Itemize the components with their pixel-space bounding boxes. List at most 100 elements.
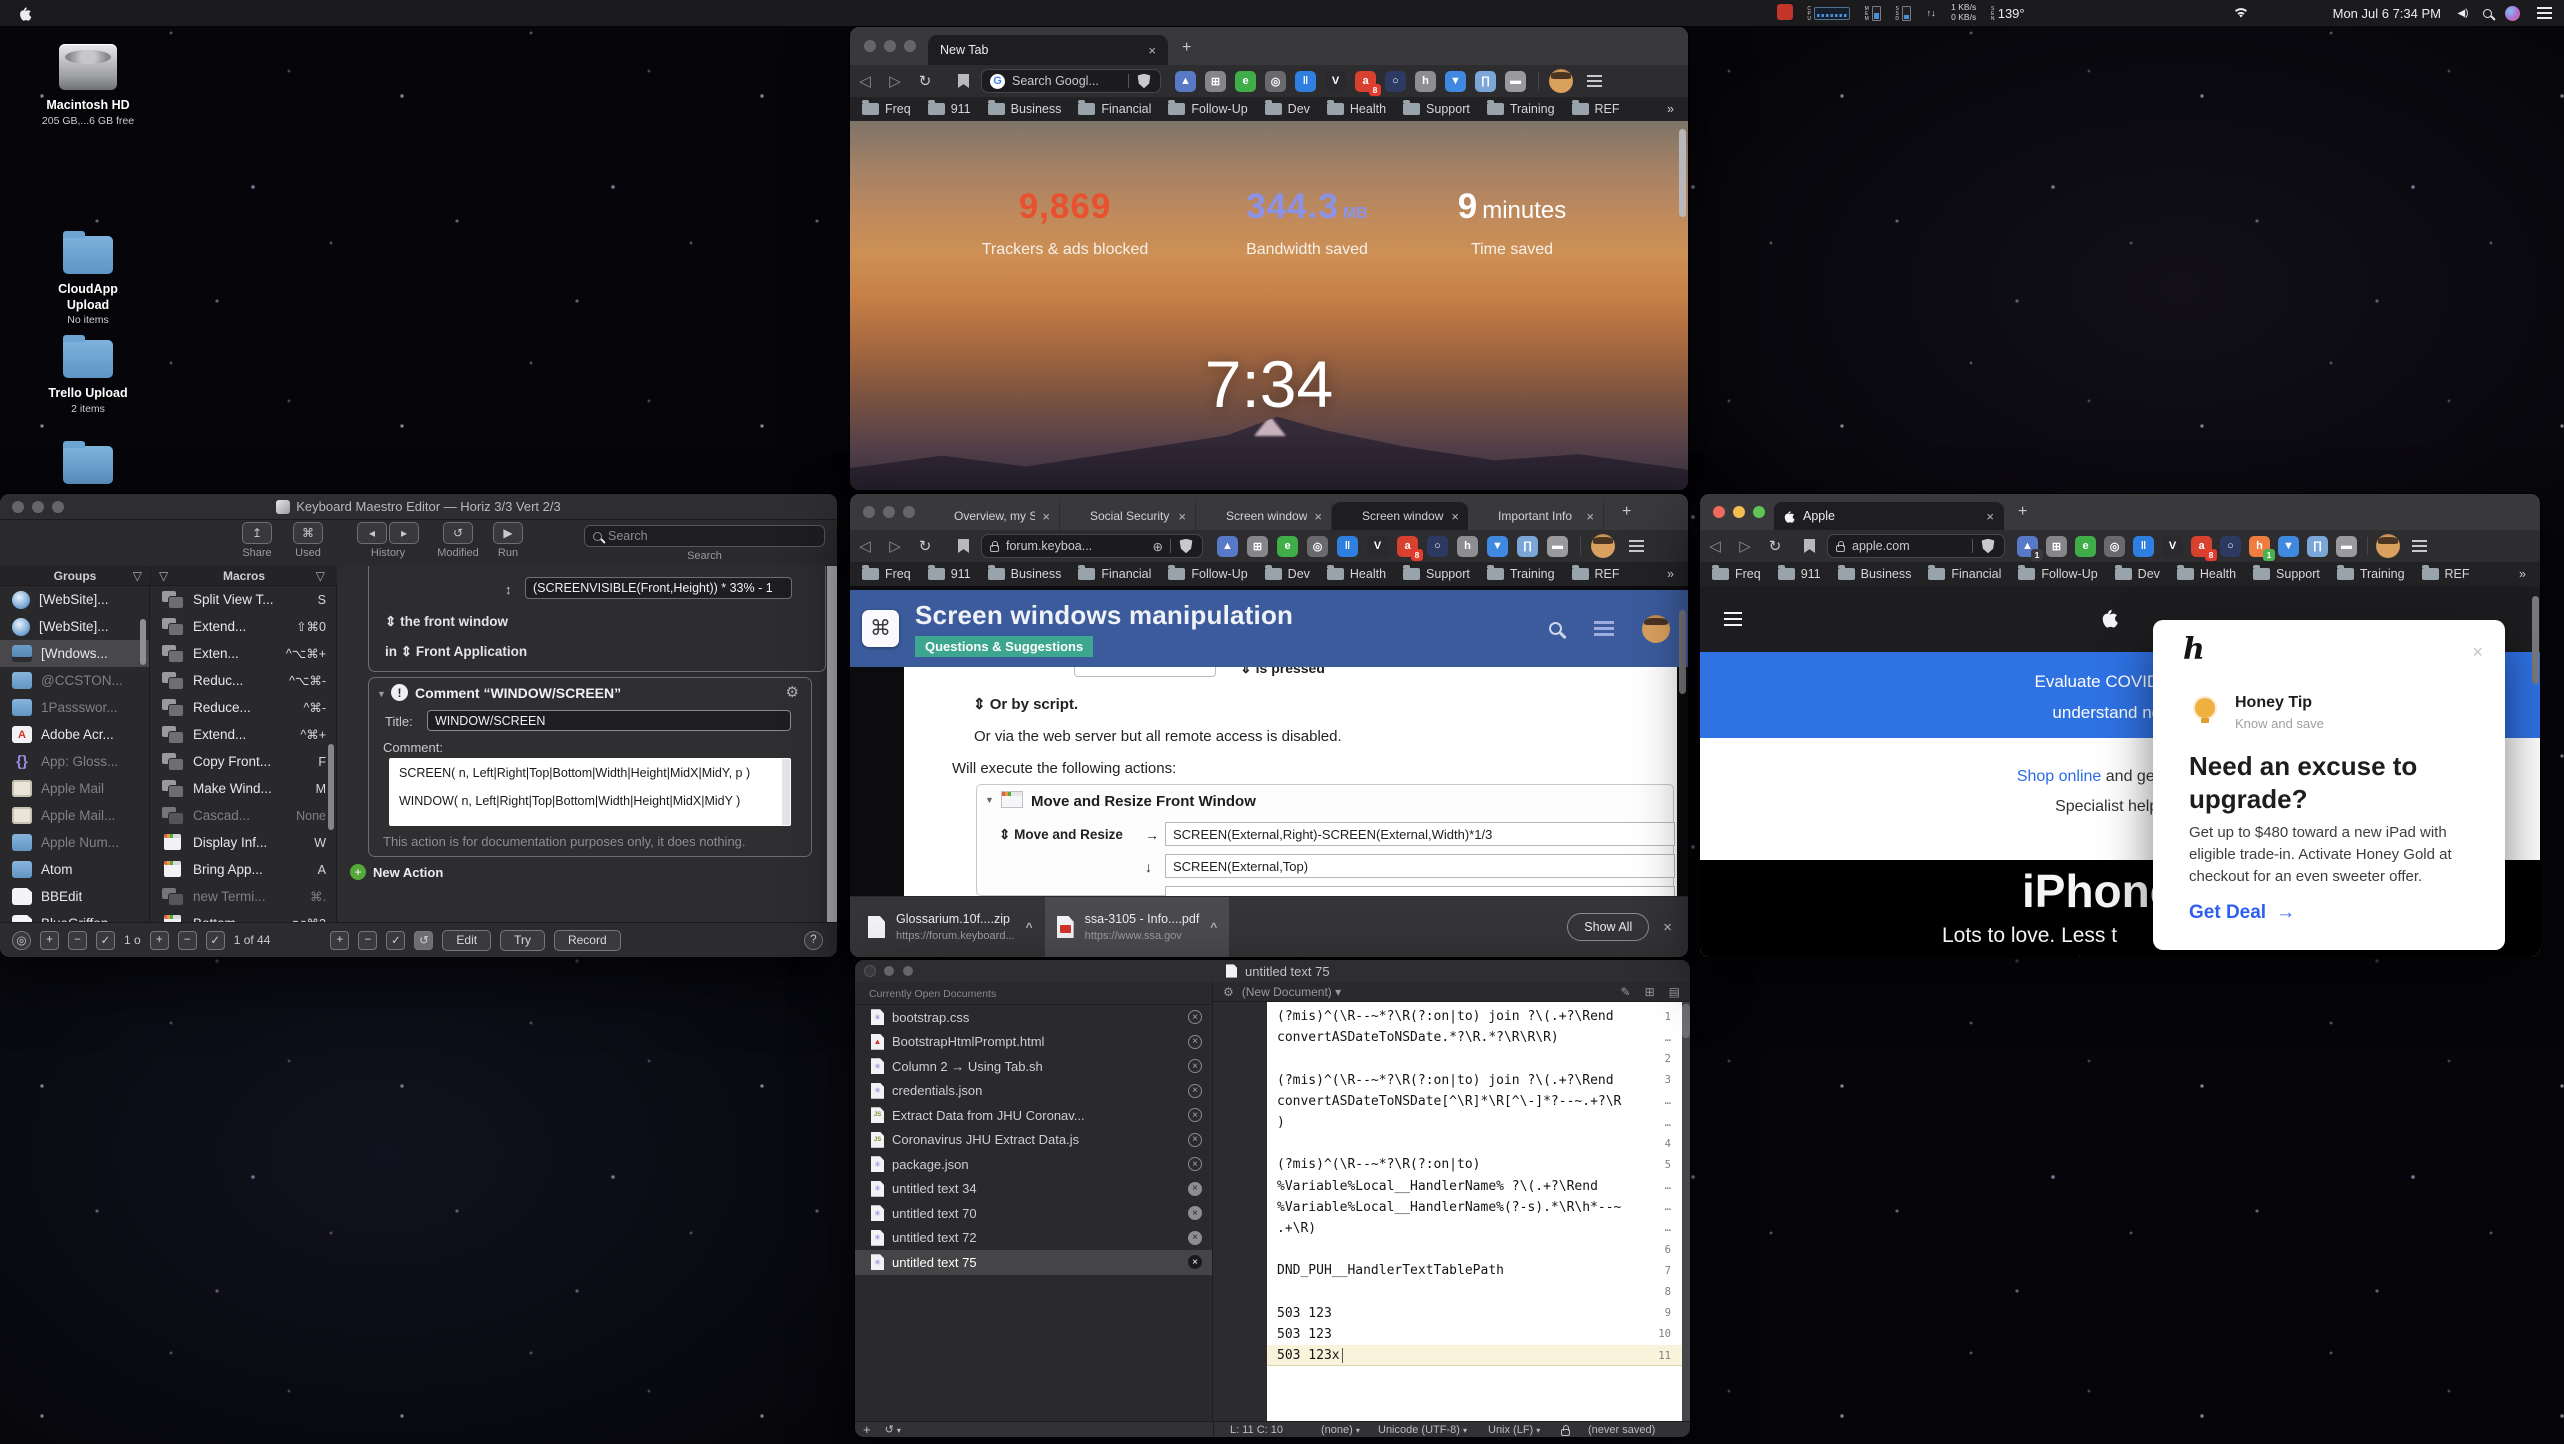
menu-item[interactable] [126, 6, 148, 21]
address-bar[interactable]: apple.com [1827, 534, 2005, 558]
group-row[interactable]: App: Gloss... [0, 748, 149, 775]
close-file-icon[interactable]: × [1188, 1230, 1202, 1245]
lock-icon[interactable] [1561, 1425, 1570, 1436]
untitled text 34[interactable]: untitled text 34 × [855, 1177, 1212, 1202]
bookmark-folder[interactable]: Financial [1928, 565, 2001, 581]
onepassword-ext-icon[interactable]: ◎ [1307, 535, 1328, 557]
menu-item[interactable] [82, 6, 104, 21]
profile-avatar[interactable] [1549, 69, 1573, 93]
onepassword-ext-icon[interactable]: ◎ [2104, 535, 2125, 557]
bookmark-folder[interactable]: Financial [1078, 565, 1151, 581]
spotlight-icon[interactable] [2483, 8, 2492, 18]
bookmark-folder[interactable]: Support [1403, 100, 1470, 116]
reload-icon[interactable]: ↻ [1760, 537, 1790, 555]
browser-menu-icon[interactable] [1587, 80, 1602, 82]
close-file-icon[interactable]: × [1188, 1255, 1202, 1270]
try-button[interactable]: Try [500, 929, 545, 951]
evernote-ext-icon[interactable]: e [1277, 535, 1298, 557]
browser-tab[interactable]: Screen window × [1196, 502, 1332, 530]
traffic-lights[interactable] [865, 966, 913, 976]
toggle-macro-button[interactable]: ✓ [205, 930, 225, 950]
close-file-icon[interactable]: × [1188, 1010, 1202, 1025]
bootstrap.css[interactable]: bootstrap.css × [855, 1005, 1212, 1030]
forum-avatar[interactable] [1642, 614, 1670, 643]
toggle-action-button[interactable]: ✓ [386, 930, 406, 950]
group-row[interactable]: 1Passswor... [0, 694, 149, 721]
x-expression-field[interactable]: SCREEN(External,Right)-SCREEN(External,W… [1165, 822, 1675, 846]
add-macro-button[interactable]: + [149, 930, 169, 950]
volume-icon[interactable]: ◀) [2456, 8, 2470, 19]
group-row[interactable]: Adobe Acr... [0, 721, 149, 748]
bookmark-folder[interactable]: Health [2176, 565, 2236, 581]
stepper-icon[interactable]: ↕ [505, 582, 512, 597]
y-expression-field[interactable]: SCREEN(External,Top) [1165, 854, 1675, 878]
km-site-icon[interactable]: ⌘ [862, 610, 899, 647]
notification-center-icon[interactable] [2537, 12, 2552, 14]
editor-scroll-track[interactable] [1682, 1002, 1690, 1421]
sort-icon[interactable]: ▽ [159, 569, 168, 583]
bookmark-folder[interactable]: Freq [862, 565, 911, 581]
address-bar[interactable]: G Search Googl... [981, 69, 1161, 93]
traffic-lights[interactable] [863, 506, 915, 518]
browser-tab[interactable]: Overview, my S × [924, 502, 1060, 530]
bookmark-folder[interactable]: Follow-Up [1168, 100, 1248, 116]
hat-ext-icon[interactable]: ▬ [1547, 535, 1568, 557]
bookmark-folder[interactable]: REF [1571, 565, 1620, 581]
history-forward-icon[interactable]: ▸ [389, 522, 419, 544]
split-icon[interactable]: ⊞ [1645, 985, 1655, 999]
bookmark-folder[interactable]: Business [1837, 565, 1911, 581]
category-badge[interactable]: Questions & Suggestions [915, 636, 1094, 657]
reader-icon[interactable]: ⊕ [1153, 539, 1163, 554]
menu-clock[interactable]: Mon Jul 6 7:34 PM [2331, 6, 2443, 21]
traffic-lights[interactable] [1713, 506, 1765, 518]
group-row[interactable]: Atom [0, 856, 149, 883]
trello-ext-icon[interactable]: ‖ [1337, 535, 1358, 557]
show-all-button[interactable]: Show All [1567, 913, 1650, 941]
bookmark-folder[interactable]: Support [2253, 565, 2320, 581]
close-file-icon[interactable]: × [1188, 1034, 1202, 1049]
back-icon[interactable]: ◁ [850, 72, 880, 90]
disclosure-icon[interactable]: ▼ [985, 795, 994, 805]
bookmark-folder[interactable]: Business [987, 100, 1061, 116]
close-file-icon[interactable]: × [1188, 1181, 1202, 1196]
recent-docs-icon[interactable]: ↺ ▾ [885, 1423, 901, 1436]
forum-menu-icon[interactable] [1594, 627, 1614, 630]
untitled text 72[interactable]: untitled text 72 × [855, 1226, 1212, 1251]
bookmark-folder[interactable]: Freq [1712, 565, 1761, 581]
back-icon[interactable]: ◁ [850, 537, 880, 555]
browser-menu-icon[interactable] [2412, 545, 2427, 547]
history-back-icon[interactable]: ◂ [357, 522, 387, 544]
group-row[interactable]: Apple Num... [0, 829, 149, 856]
Coronavirus JHU Extract Data.js[interactable]: Coronavirus JHU Extract Data.js × [855, 1128, 1212, 1153]
shorts-ext-icon[interactable]: ∏ [1517, 535, 1538, 557]
brave-shield-icon[interactable] [1981, 538, 1995, 554]
menu-item[interactable] [214, 6, 236, 21]
used-button[interactable]: ⌘ Used [278, 522, 338, 559]
line-col-indicator[interactable]: L: 11 C: 10 [1230, 1424, 1283, 1436]
a-ext-icon[interactable]: a8 [1397, 535, 1423, 561]
forward-icon[interactable]: ▷ [880, 537, 910, 555]
close-popup-icon[interactable]: × [2472, 642, 2483, 663]
ssd-meter[interactable]: SSD [1894, 5, 1912, 21]
network-arrows-icon[interactable]: ↑↓ [1924, 8, 1938, 18]
disclosure-icon[interactable]: ▼ [377, 689, 386, 699]
history-buttons[interactable]: ◂ ▸ History [348, 522, 428, 559]
menu-item[interactable] [104, 6, 126, 21]
macro-row[interactable]: Extend... ⇧⌘0 [150, 613, 336, 640]
copy-ext-icon[interactable]: ⊞ [2046, 535, 2067, 557]
close-tab-icon[interactable]: × [1314, 509, 1322, 524]
tab-new-tab[interactable]: New Tab × [928, 35, 1168, 65]
copy-ext-icon[interactable]: ⊞ [1205, 70, 1226, 92]
browser-tab[interactable]: Important Info × [1468, 502, 1604, 530]
back-icon[interactable]: ◁ [1700, 537, 1730, 555]
code-area[interactable]: 1 (?mis)^(\R--~*?\R(?:on|to) join ?\(.+?\… [1267, 1002, 1682, 1421]
forward-icon[interactable]: ▷ [880, 72, 910, 90]
run-button[interactable]: ▶ Run [483, 522, 533, 559]
circle-ext-icon[interactable]: ○ [2220, 535, 2241, 557]
textarea-scrollbar[interactable] [782, 759, 790, 825]
edit-icon[interactable]: ✎ [1621, 985, 1631, 999]
hat-ext-icon[interactable]: ▬ [2336, 535, 2357, 557]
new-tab-button[interactable]: + [2018, 503, 2027, 521]
close-file-icon[interactable]: × [1188, 1059, 1202, 1074]
close-file-icon[interactable]: × [1188, 1132, 1202, 1147]
